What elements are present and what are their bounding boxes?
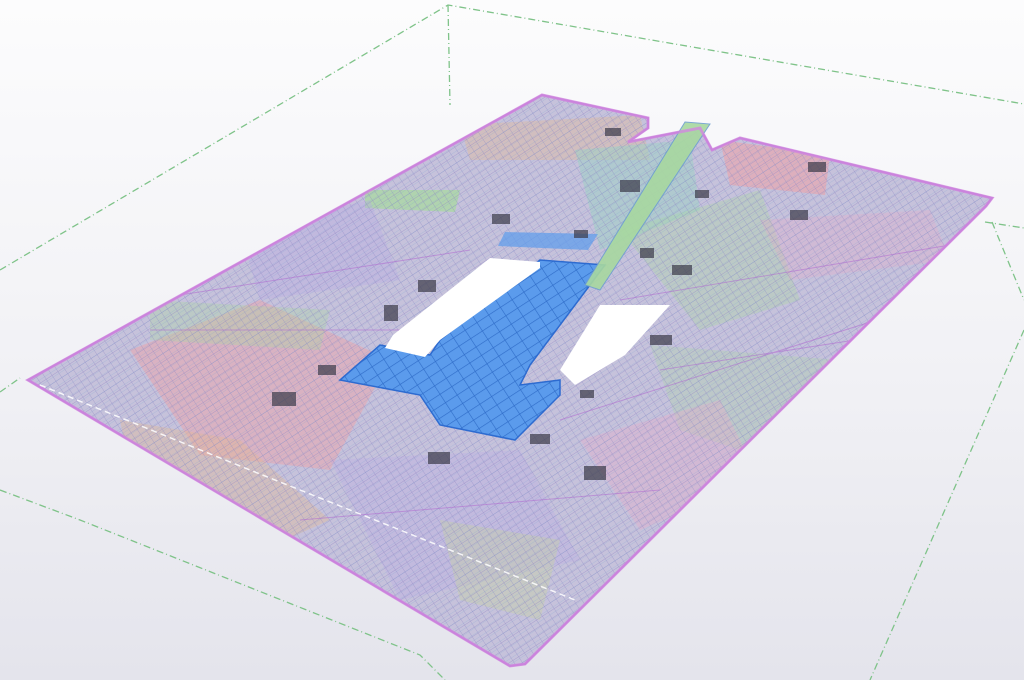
model-view-canvas[interactable] — [0, 0, 1024, 680]
3d-model-viewport[interactable] — [0, 0, 1024, 680]
slab-model[interactable] — [0, 0, 1024, 680]
